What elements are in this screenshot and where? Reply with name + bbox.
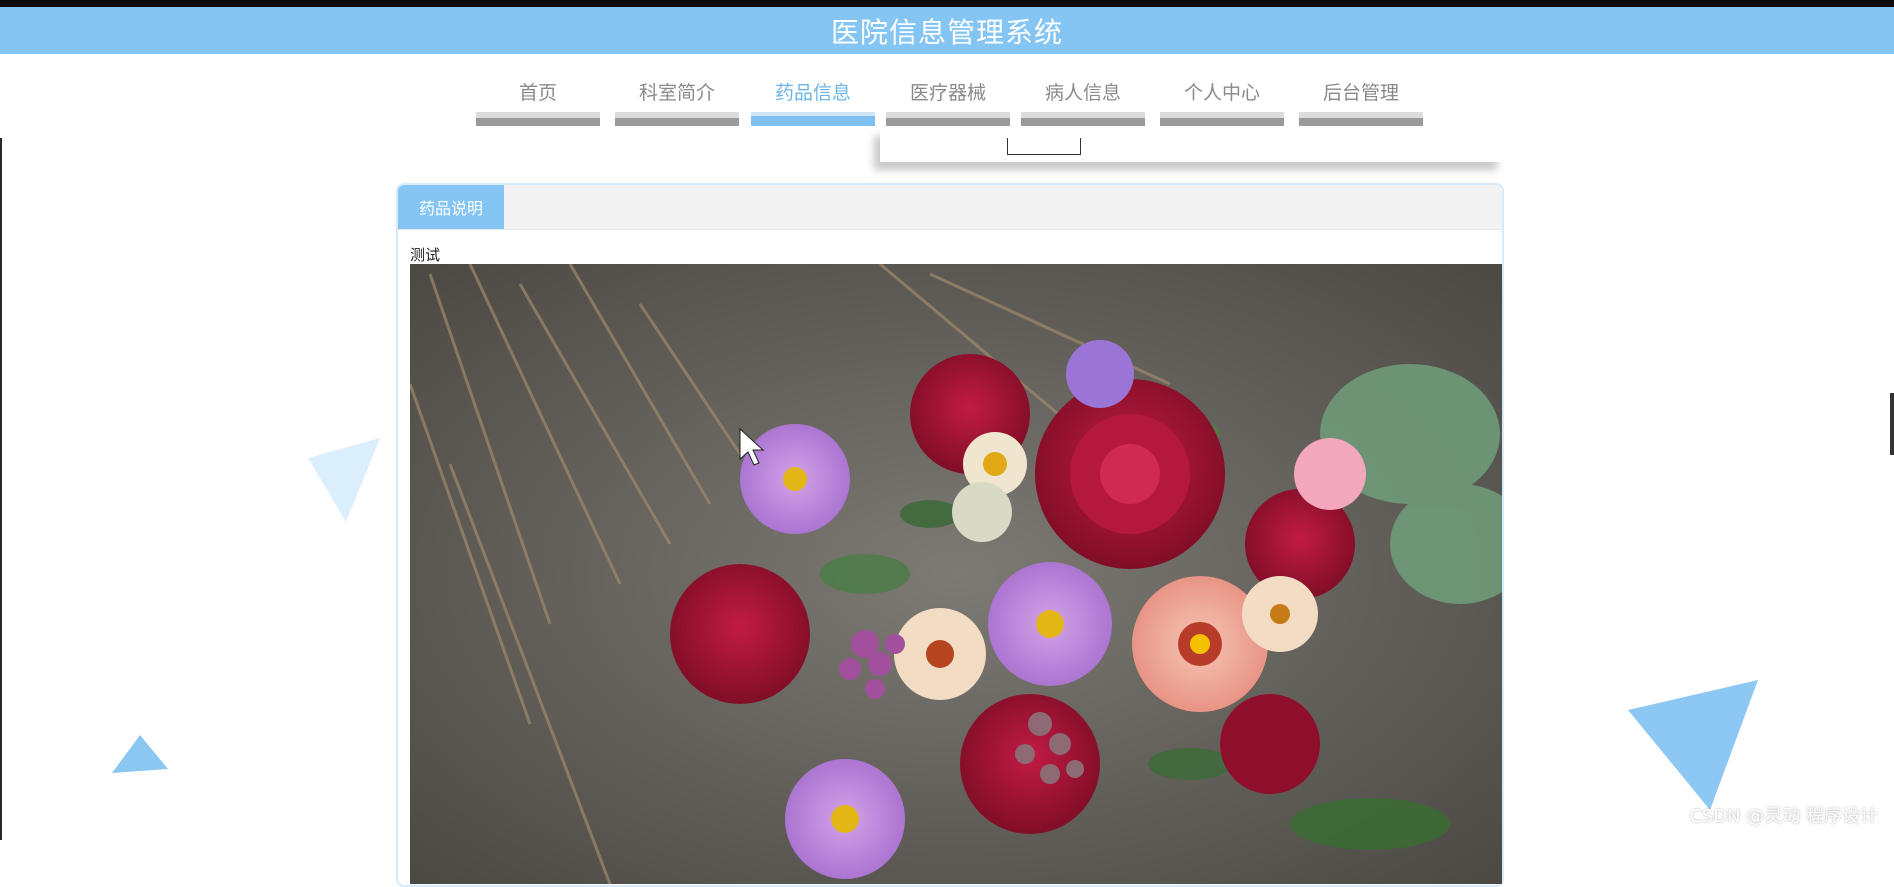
watermark-text: CSDN @灵动 程序设计 bbox=[1689, 806, 1878, 827]
nav-item-label: 科室简介 bbox=[638, 82, 715, 104]
nav-item-label: 后台管理 bbox=[1322, 82, 1399, 104]
site-title: 医院信息管理系统 bbox=[830, 15, 1063, 49]
flower-bouquet-illustration bbox=[410, 264, 1502, 884]
nav-item-label: 个人中心 bbox=[1183, 82, 1260, 104]
nav-item-bar bbox=[615, 112, 739, 126]
nav-item-medicine[interactable]: 药品信息 bbox=[751, 54, 875, 126]
main-nav: 首页 科室简介 药品信息 医疗器械 病人信息 个人中心 后台管理 bbox=[0, 54, 1894, 138]
nav-item-label: 病人信息 bbox=[1044, 82, 1121, 104]
site-header: 医院信息管理系统 bbox=[0, 7, 1894, 54]
decorative-triangle bbox=[112, 735, 168, 773]
scrollbar-handle[interactable] bbox=[1890, 393, 1894, 455]
nav-item-devices[interactable]: 医疗器械 bbox=[886, 54, 1010, 126]
nav-item-label: 首页 bbox=[518, 82, 557, 104]
nav-item-bar bbox=[1299, 112, 1423, 126]
nav-item-departments[interactable]: 科室简介 bbox=[615, 54, 739, 126]
nav-item-bar bbox=[886, 112, 1010, 126]
nav-item-label: 药品信息 bbox=[774, 82, 851, 104]
card-header: 药品说明 bbox=[398, 185, 1502, 230]
nav-item-bar bbox=[1160, 112, 1284, 126]
decorative-triangle bbox=[308, 438, 380, 522]
nav-item-label: 医疗器械 bbox=[909, 82, 986, 104]
nav-item-bar bbox=[751, 112, 875, 126]
window-top-strip bbox=[0, 0, 1894, 7]
nav-item-patients[interactable]: 病人信息 bbox=[1021, 54, 1145, 126]
tab-medicine-description[interactable]: 药品说明 bbox=[398, 185, 504, 229]
description-text: 测试 bbox=[410, 246, 441, 264]
nav-item-home[interactable]: 首页 bbox=[476, 54, 600, 126]
nav-item-bar bbox=[1021, 112, 1145, 126]
medicine-detail-card: 药品说明 测试 bbox=[396, 183, 1504, 887]
decorative-triangle bbox=[1628, 680, 1758, 810]
nav-item-profile[interactable]: 个人中心 bbox=[1160, 54, 1284, 126]
nav-item-admin[interactable]: 后台管理 bbox=[1299, 54, 1423, 126]
dropdown-shadow-panel bbox=[880, 128, 1503, 162]
nav-item-bar bbox=[476, 112, 600, 126]
flower-bouquet-image bbox=[410, 264, 1502, 884]
left-edge-line bbox=[0, 138, 2, 840]
dropdown-bracket bbox=[1007, 138, 1081, 155]
